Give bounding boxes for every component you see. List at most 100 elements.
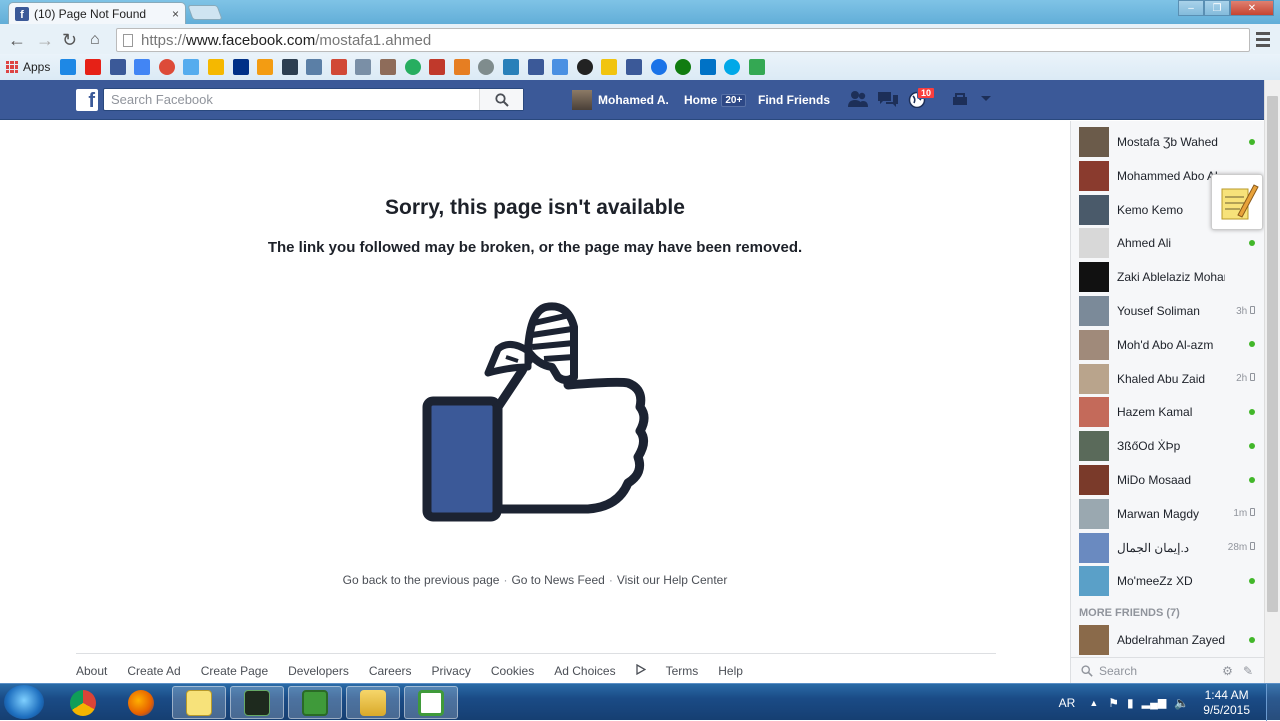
- language-indicator[interactable]: AR: [1059, 696, 1076, 710]
- bookmark-quora-icon[interactable]: [281, 59, 298, 75]
- footer-terms[interactable]: Terms: [666, 664, 699, 678]
- bookmark-xbox-icon[interactable]: [675, 59, 692, 75]
- find-friends-link[interactable]: Find Friends: [758, 80, 830, 120]
- account-menu-caret-icon[interactable]: [978, 90, 1000, 108]
- reload-icon[interactable]: ↻: [62, 30, 77, 51]
- footer-cookies[interactable]: Cookies: [491, 664, 534, 678]
- compose-icon[interactable]: ✎: [1243, 664, 1253, 678]
- taskbar-firefox-button[interactable]: [114, 686, 168, 719]
- system-clock[interactable]: 1:44 AM 9/5/2015: [1203, 688, 1250, 718]
- home-icon[interactable]: ⌂: [90, 31, 100, 49]
- chat-contact-row[interactable]: Moh'd Abo Al-azm: [1071, 328, 1265, 362]
- footer-developers[interactable]: Developers: [288, 664, 349, 678]
- taskbar-notepad-button[interactable]: [172, 686, 226, 719]
- network-signal-icon[interactable]: ▂▄▆: [1142, 696, 1167, 709]
- chat-search-input[interactable]: Search ⚙ ✎: [1071, 657, 1265, 683]
- address-bar[interactable]: https://www.facebook.com/mostafa1.ahmed: [116, 28, 1250, 52]
- bookmark-gmail-icon[interactable]: [330, 59, 347, 75]
- bookmark-dark-icon[interactable]: [576, 59, 593, 75]
- bookmark-facebook2-icon[interactable]: [626, 59, 643, 75]
- forward-arrow-icon[interactable]: →: [36, 30, 54, 51]
- new-tab-button[interactable]: [187, 5, 223, 20]
- bookmark-puzzle-green-icon[interactable]: [748, 59, 765, 75]
- footer-create-ad[interactable]: Create Ad: [127, 664, 180, 678]
- facebook-search-input[interactable]: Search Facebook: [103, 88, 524, 111]
- page-scrollbar[interactable]: [1264, 80, 1280, 683]
- taskbar-camtasia2-button[interactable]: [404, 686, 458, 719]
- chat-contact-row[interactable]: Mo'meeZz XD: [1071, 564, 1265, 598]
- bookmark-twitter-icon[interactable]: [183, 59, 200, 75]
- chat-contact-row[interactable]: Marwan Magdy 1m: [1071, 497, 1265, 531]
- start-button[interactable]: [4, 685, 44, 719]
- gear-icon[interactable]: ⚙: [1222, 664, 1233, 678]
- bookmark-mail-icon[interactable]: [207, 59, 224, 75]
- bookmark-people-icon[interactable]: [306, 59, 323, 75]
- facebook-logo-icon[interactable]: f: [76, 89, 98, 111]
- chat-contact-row[interactable]: Zaki Ablelaziz Mohamed: [1071, 260, 1265, 294]
- chat-contact-row[interactable]: Mostafa Ʒb Wahed: [1071, 125, 1265, 159]
- chat-contact-row[interactable]: Khaled Abu Zaid 2h: [1071, 362, 1265, 396]
- taskbar-explorer-button[interactable]: [346, 686, 400, 719]
- tab-close-icon[interactable]: ×: [172, 7, 179, 21]
- profile-link[interactable]: Mohamed A.: [572, 80, 669, 120]
- show-desktop-button[interactable]: [1266, 684, 1280, 721]
- show-hidden-icons-icon[interactable]: ▲: [1089, 698, 1098, 708]
- bookmark-tool-icon[interactable]: [355, 59, 372, 75]
- restore-button[interactable]: ❐: [1204, 0, 1230, 16]
- chat-contact-row[interactable]: ЗßőOd ẊÞp: [1071, 429, 1265, 463]
- battery-icon[interactable]: ▮: [1127, 696, 1134, 710]
- messages-icon[interactable]: [877, 90, 899, 108]
- close-window-button[interactable]: ✕: [1230, 0, 1274, 16]
- footer-create-page[interactable]: Create Page: [201, 664, 268, 678]
- floating-notepad-icon[interactable]: [1211, 174, 1263, 230]
- bookmark-outlook-icon[interactable]: [699, 59, 716, 75]
- bookmark-blue-dot-icon[interactable]: [724, 59, 741, 75]
- bookmark-facebook-icon[interactable]: [109, 59, 126, 75]
- chrome-menu-icon[interactable]: [1256, 32, 1270, 50]
- go-back-link[interactable]: Go back to the previous page: [343, 573, 500, 587]
- scrollbar-thumb[interactable]: [1267, 96, 1278, 612]
- chat-contact-row[interactable]: د.إيمان الجمال 28m: [1071, 531, 1265, 565]
- bookmark-ie-icon[interactable]: [650, 59, 667, 75]
- footer-ad-choices[interactable]: Ad Choices: [554, 663, 646, 678]
- bookmark-google-icon[interactable]: [134, 59, 151, 75]
- bookmark-translate-icon[interactable]: [552, 59, 569, 75]
- home-link[interactable]: Home 20+: [684, 80, 747, 120]
- bookmark-photo-icon[interactable]: [380, 59, 397, 75]
- taskbar-chrome-button[interactable]: [56, 686, 110, 719]
- apps-shortcut[interactable]: Apps: [6, 60, 50, 74]
- chat-contact-row[interactable]: Ahmed Ali: [1071, 226, 1265, 260]
- volume-icon[interactable]: 🔈: [1174, 696, 1189, 710]
- bookmark-chart-icon[interactable]: [429, 59, 446, 75]
- taskbar-camtasia-button[interactable]: [288, 686, 342, 719]
- bookmark-refresh-icon[interactable]: [404, 59, 421, 75]
- back-arrow-icon[interactable]: ←: [8, 30, 26, 51]
- action-center-flag-icon[interactable]: ⚑: [1108, 696, 1119, 710]
- chat-contact-row[interactable]: Abdelrahman Zayed: [1071, 623, 1265, 657]
- bookmark-youtube-icon[interactable]: [84, 59, 101, 75]
- bookmark-puzzle-icon[interactable]: [503, 59, 520, 75]
- footer-privacy[interactable]: Privacy: [432, 664, 471, 678]
- news-feed-link[interactable]: Go to News Feed: [511, 573, 604, 587]
- help-center-link[interactable]: Visit our Help Center: [617, 573, 728, 587]
- privacy-shortcuts-icon[interactable]: [950, 90, 972, 108]
- bookmark-star-icon[interactable]: [601, 59, 618, 75]
- bookmark-5-icon[interactable]: [257, 59, 274, 75]
- footer-careers[interactable]: Careers: [369, 664, 412, 678]
- footer-about[interactable]: About: [76, 664, 107, 678]
- bookmark-like-icon[interactable]: [527, 59, 544, 75]
- search-button[interactable]: [479, 89, 523, 110]
- footer-help[interactable]: Help: [718, 664, 743, 678]
- bookmark-x-icon[interactable]: [60, 59, 77, 75]
- bookmark-ud-icon[interactable]: [453, 59, 470, 75]
- taskbar-terminal-button[interactable]: [230, 686, 284, 719]
- bookmark-gear-icon[interactable]: [478, 59, 495, 75]
- browser-tab[interactable]: f (10) Page Not Found ×: [8, 2, 186, 24]
- chat-contact-row[interactable]: Yousef Soliman 3h: [1071, 294, 1265, 328]
- friend-requests-icon[interactable]: [847, 90, 869, 108]
- chat-contact-row[interactable]: Hazem Kamal: [1071, 395, 1265, 429]
- chat-contact-row[interactable]: MiDo Mosaad: [1071, 463, 1265, 497]
- bookmark-googleplus-icon[interactable]: [158, 59, 175, 75]
- minimize-button[interactable]: –: [1178, 0, 1204, 16]
- bookmark-paypal-icon[interactable]: [232, 59, 249, 75]
